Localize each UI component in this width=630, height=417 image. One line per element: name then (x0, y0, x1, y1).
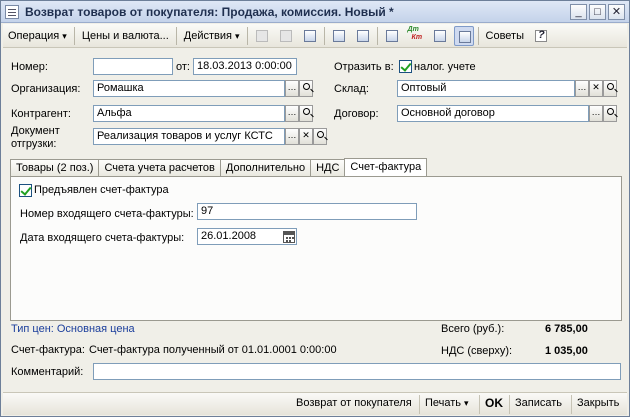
toolbar-separator (477, 26, 479, 45)
print-menu[interactable]: Печать (419, 395, 474, 414)
contractor-field[interactable]: Альфа (93, 105, 285, 122)
back-icon[interactable] (252, 26, 272, 46)
minimize-icon[interactable]: _ (570, 4, 587, 20)
incoming-date-label: Дата входящего счета-фактуры: (20, 232, 185, 244)
copy-icon[interactable] (276, 26, 296, 46)
incoming-number-field[interactable]: 97 (197, 203, 417, 220)
organization-field[interactable]: Ромашка (93, 80, 285, 97)
close-icon[interactable]: ✕ (608, 4, 625, 20)
maximize-icon[interactable]: □ (589, 4, 606, 20)
tab-additional[interactable]: Дополнительно (219, 159, 312, 177)
operation-menu[interactable]: Операция (3, 26, 72, 46)
toolbar-separator (376, 26, 378, 45)
tab-goods[interactable]: Товары (2 поз.) (10, 159, 100, 177)
magnifier-icon (607, 83, 614, 90)
title-bar: Возврат товаров от покупателя: Продажа, … (1, 1, 629, 23)
contractor-open-button[interactable] (299, 105, 313, 122)
number-field[interactable] (93, 58, 173, 75)
tab-vat[interactable]: НДС (310, 159, 346, 177)
print-preview-icon[interactable] (329, 26, 349, 46)
warehouse-label: Склад: (334, 83, 369, 95)
document-window: Возврат товаров от покупателя: Продажа, … (0, 0, 630, 417)
invoice-presented-label: Предъявлен счет-фактура (34, 184, 169, 196)
tax-accounting-checkbox[interactable] (399, 60, 412, 73)
invoice-label: Счет-фактура: (11, 344, 85, 356)
incoming-date-field[interactable]: 26.01.2008 (197, 228, 297, 245)
shipment-doc-label-2: отгрузки: (11, 138, 57, 150)
calendar-icon[interactable] (283, 231, 295, 243)
close-button[interactable]: Закрыть (571, 395, 624, 414)
post-icon[interactable] (300, 26, 320, 46)
organization-open-button[interactable] (299, 80, 313, 97)
warehouse-open-button[interactable] (603, 80, 617, 97)
tax-accounting-icon[interactable] (453, 25, 474, 46)
contract-field[interactable]: Основной договор (397, 105, 589, 122)
shipment-doc-select-button[interactable]: … (285, 128, 299, 145)
organization-label: Организация: (11, 83, 81, 95)
tab-settlement-accounts[interactable]: Счета учета расчетов (98, 159, 221, 177)
comment-field[interactable] (93, 363, 621, 380)
vat-label: НДС (сверху): (441, 345, 513, 357)
report-icon[interactable] (430, 26, 450, 46)
contract-select-button[interactable]: … (589, 105, 603, 122)
invoice-presented-checkbox[interactable] (19, 184, 32, 197)
warehouse-field[interactable]: Оптовый (397, 80, 575, 97)
invoice-tab-panel: Предъявлен счет-фактура Номер входящего … (10, 176, 622, 321)
incoming-number-label: Номер входящего счета-фактуры: (20, 208, 194, 220)
total-value: 6 785,00 (545, 323, 588, 335)
shipment-doc-field[interactable]: Реализация товаров и услуг КСТС (93, 128, 285, 145)
window-controls: _ □ ✕ (570, 4, 625, 20)
magnifier-icon (317, 131, 324, 138)
magnifier-icon (303, 108, 310, 115)
actions-menu[interactable]: Действия (179, 26, 245, 46)
toolbar-separator (246, 26, 248, 45)
reflect-label: Отразить в: (334, 61, 394, 73)
number-label: Номер: (11, 61, 48, 73)
return-from-buyer-button[interactable]: Возврат от покупателя (291, 395, 417, 414)
fill-icon[interactable] (353, 26, 373, 46)
comment-label: Комментарий: (11, 366, 84, 378)
date-field[interactable]: 18.03.2013 0:00:00 (193, 58, 297, 75)
shipment-doc-label: Документ (11, 125, 60, 137)
total-label: Всего (руб.): (441, 323, 505, 335)
help-icon[interactable] (531, 26, 551, 46)
tax-accounting-label: налог. учете (414, 61, 476, 73)
toolbar-separator (73, 26, 75, 45)
contract-open-button[interactable] (603, 105, 617, 122)
shipment-doc-open-button[interactable] (313, 128, 327, 145)
dt-kt-icon[interactable] (406, 26, 426, 46)
tab-invoice[interactable]: Счет-фактура (344, 158, 428, 177)
prices-currency-button[interactable]: Цены и валюта... (77, 26, 174, 46)
advice-button[interactable]: Советы (481, 26, 529, 46)
date-label: от: (176, 61, 190, 73)
structure-icon[interactable] (382, 26, 402, 46)
toolbar-separator (175, 26, 177, 45)
vat-value: 1 035,00 (545, 345, 588, 357)
contractor-label: Контрагент: (11, 108, 71, 120)
toolbar-separator (323, 26, 325, 45)
shipment-doc-clear-button[interactable]: ✕ (299, 128, 313, 145)
magnifier-icon (607, 108, 614, 115)
contractor-select-button[interactable]: … (285, 105, 299, 122)
bottom-bar: Возврат от покупателя Печать OK Записать… (3, 392, 627, 415)
organization-select-button[interactable]: … (285, 80, 299, 97)
warehouse-clear-button[interactable]: ✕ (589, 80, 603, 97)
save-button[interactable]: Записать (509, 395, 567, 414)
warehouse-select-button[interactable]: … (575, 80, 589, 97)
ok-button[interactable]: OK (479, 395, 508, 414)
contract-label: Договор: (334, 108, 379, 120)
invoice-link[interactable]: Счет-фактура полученный от 01.01.0001 0:… (89, 344, 337, 357)
window-title: Возврат товаров от покупателя: Продажа, … (25, 5, 394, 19)
tab-strip: Товары (2 поз.) Счета учета расчетов Доп… (10, 158, 428, 177)
price-type-link[interactable]: Тип цен: Основная цена (11, 323, 135, 336)
document-icon (5, 5, 19, 19)
magnifier-icon (303, 83, 310, 90)
toolbar: Операция Цены и валюта... Действия Совет… (3, 24, 627, 48)
